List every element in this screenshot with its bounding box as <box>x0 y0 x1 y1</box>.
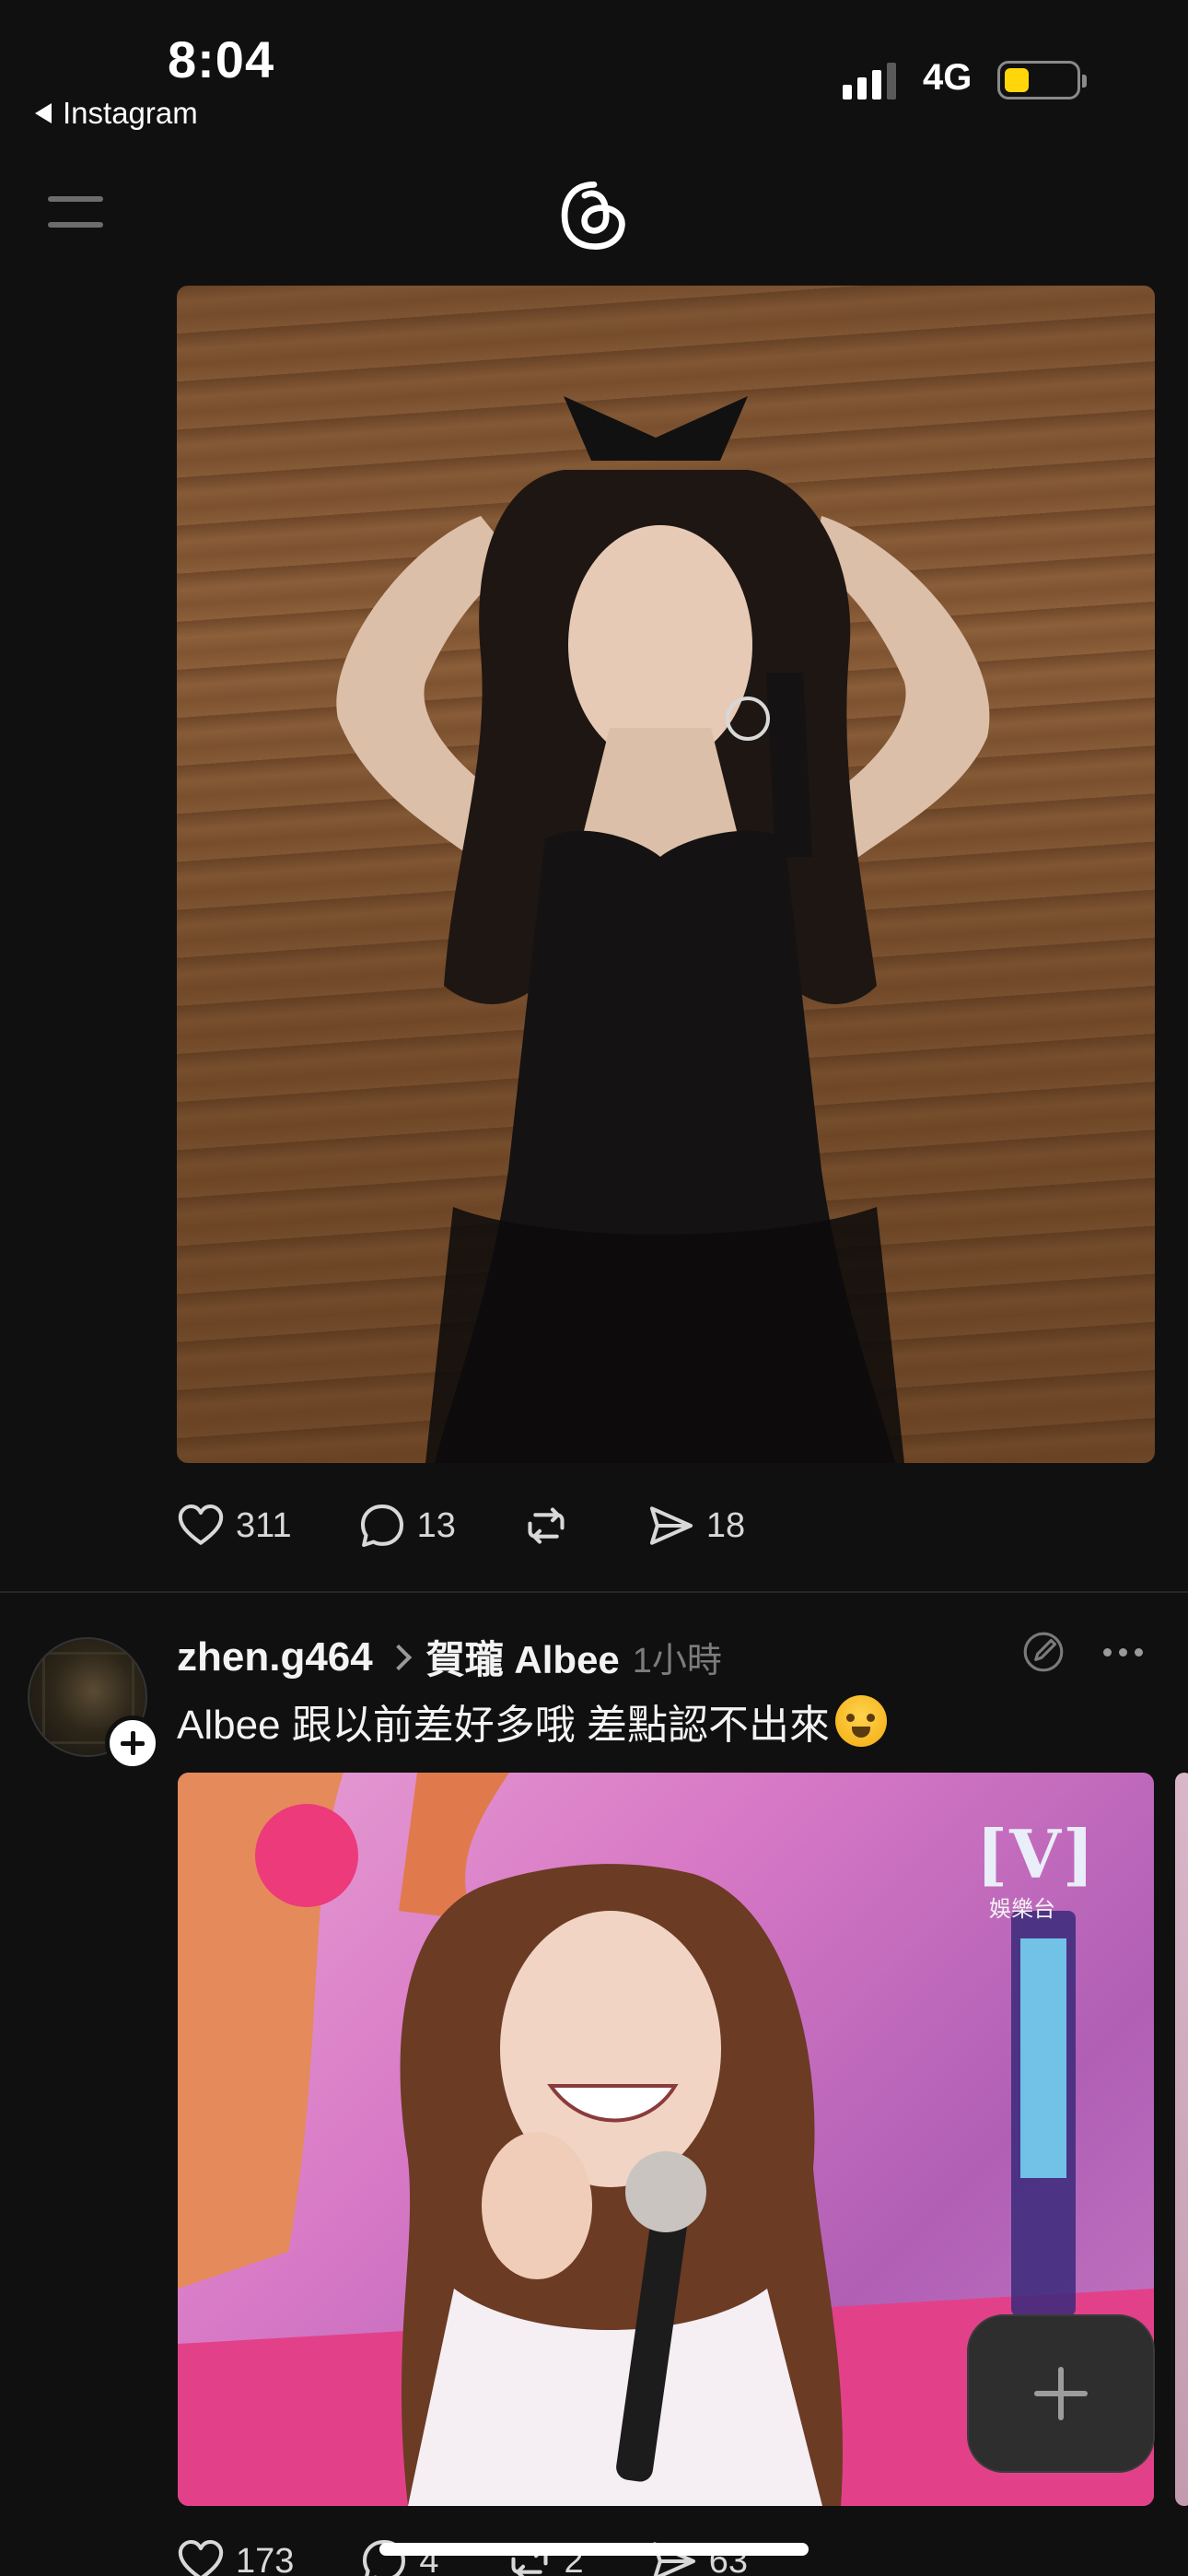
username[interactable]: zhen.g464 <box>177 1634 373 1680</box>
threads-feed-screen: 8:04 Instagram 4G 311 13 18 zhen.g464 賀瓏… <box>0 0 1188 2576</box>
repost-button[interactable] <box>520 1500 581 1551</box>
post-text: Albee 跟以前差好多哦 差點認不出來 <box>177 1692 887 1751</box>
comment-icon <box>360 1504 403 1548</box>
heart-icon <box>178 2539 224 2576</box>
like-button[interactable]: 311 <box>175 1500 292 1551</box>
heart-icon <box>178 1504 224 1545</box>
post-tools <box>1020 1629 1143 1675</box>
status-time: 8:04 <box>168 30 275 88</box>
like-count: 173 <box>236 2541 295 2576</box>
more-options-icon[interactable] <box>1103 1647 1143 1657</box>
repost-button[interactable]: 2 <box>504 2535 584 2576</box>
comment-icon <box>363 2539 406 2576</box>
tv-channel-logo: [V] <box>976 1815 1096 1893</box>
home-indicator[interactable] <box>379 2543 809 2556</box>
hamburger-icon[interactable] <box>48 196 103 228</box>
reply-to-username[interactable]: 賀瓏 Albee <box>426 1629 620 1685</box>
reply-button[interactable]: 4 <box>358 2535 439 2576</box>
threads-logo[interactable] <box>555 177 633 254</box>
plus-icon <box>1034 2367 1088 2420</box>
back-triangle-icon <box>35 103 52 123</box>
photo-woman-black-dress <box>336 396 990 1463</box>
post-2-actions: 173 4 2 63 <box>175 2535 812 2576</box>
tv-channel-subtext: 娛樂台 <box>989 1897 1055 1922</box>
post-header: zhen.g464 賀瓏 Albee 1小時 <box>177 1629 722 1685</box>
follow-plus-icon[interactable] <box>105 1715 160 1771</box>
like-count: 311 <box>236 1505 292 1545</box>
share-button[interactable]: 18 <box>646 1500 745 1551</box>
cellular-signal-icon <box>843 61 896 100</box>
share-button[interactable]: 63 <box>648 2535 748 2576</box>
send-icon <box>649 1506 693 1545</box>
network-type: 4G <box>923 57 973 98</box>
compose-button[interactable] <box>967 2314 1155 2473</box>
repost-icon <box>511 2543 548 2576</box>
repost-icon <box>528 1507 565 1544</box>
battery-icon <box>997 61 1087 100</box>
post-time: 1小時 <box>632 1642 722 1680</box>
post-1-actions: 311 13 18 <box>175 1500 809 1551</box>
post-divider <box>0 1591 1188 1593</box>
next-image-peek[interactable] <box>1175 1773 1188 2506</box>
exploding-head-emoji-icon <box>834 1695 887 1747</box>
back-to-app-link[interactable]: Instagram <box>35 96 198 131</box>
send-icon <box>652 2542 695 2576</box>
like-button[interactable]: 173 <box>175 2535 294 2576</box>
back-app-label: Instagram <box>63 96 198 130</box>
post-text-content: Albee 跟以前差好多哦 差點認不出來 <box>177 1703 830 1748</box>
reply-count: 13 <box>416 1505 456 1545</box>
reply-button[interactable]: 13 <box>356 1500 456 1551</box>
translate-edit-icon[interactable] <box>1020 1629 1066 1675</box>
share-count: 18 <box>705 1505 746 1545</box>
chevron-right-icon <box>385 1644 412 1670</box>
post-image[interactable] <box>177 286 1155 1463</box>
